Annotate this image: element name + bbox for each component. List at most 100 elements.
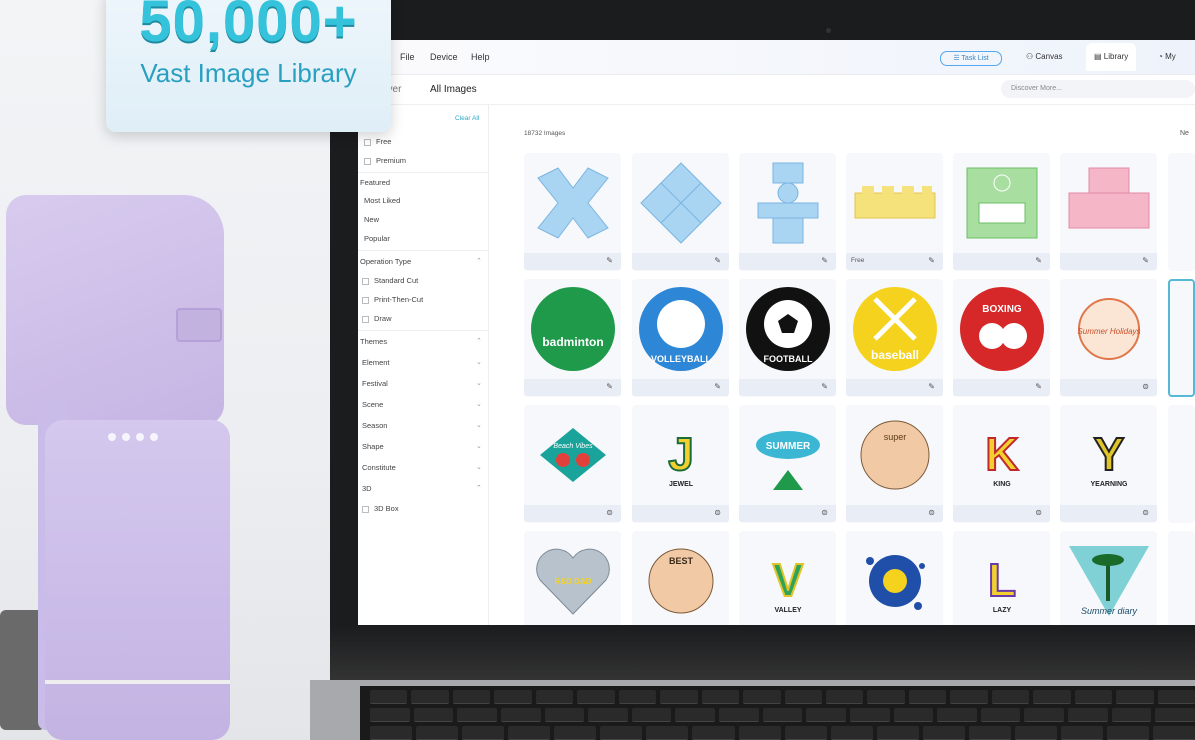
- canvas-icon: ⚇: [1026, 52, 1036, 61]
- print-icon[interactable]: ⊜: [821, 508, 828, 517]
- beach-vibes-art: Beach Vibes: [524, 405, 621, 505]
- themes-header[interactable]: Themes: [360, 337, 387, 346]
- filter-free[interactable]: Free: [364, 137, 391, 146]
- edit-icon[interactable]: ✎: [606, 256, 613, 265]
- image-card[interactable]: K KING ⊜: [953, 405, 1050, 523]
- card-footer: ⊜: [632, 505, 729, 522]
- filter-print-then-cut[interactable]: Print-Then-Cut: [362, 295, 423, 304]
- chevron-down-icon[interactable]: ⌄: [476, 379, 482, 387]
- chevron-down-icon[interactable]: ⌄: [476, 421, 482, 429]
- image-card[interactable]: FOOTBALL ✎: [739, 279, 836, 397]
- menu-help[interactable]: Help: [471, 52, 490, 62]
- task-list-button[interactable]: ☰ Task List: [940, 51, 1002, 66]
- chevron-down-icon[interactable]: ⌄: [476, 463, 482, 471]
- edit-icon[interactable]: ✎: [1035, 256, 1042, 265]
- image-card-partial[interactable]: [1168, 531, 1195, 625]
- card-label: Beach Vibes: [553, 443, 593, 450]
- image-card[interactable]: SUMMER ⊜: [739, 405, 836, 523]
- image-card[interactable]: R&D DAD: [524, 531, 621, 625]
- filter-most-liked[interactable]: Most Liked: [364, 196, 400, 205]
- theme-element[interactable]: Element: [362, 358, 390, 367]
- edit-icon[interactable]: ✎: [928, 382, 935, 391]
- image-card[interactable]: Y YEARNING ⊜: [1060, 405, 1157, 523]
- edit-icon[interactable]: ✎: [1142, 256, 1149, 265]
- image-card[interactable]: ✎: [1060, 153, 1157, 271]
- chevron-up-icon[interactable]: ⌃: [476, 337, 482, 345]
- featured-header: Featured: [360, 178, 391, 187]
- image-card[interactable]: baseball ✎: [846, 279, 943, 397]
- image-card[interactable]: Free ✎: [846, 153, 943, 271]
- print-icon[interactable]: ⊜: [1035, 508, 1042, 517]
- key-row: [370, 726, 1195, 740]
- card-footer: ✎: [524, 379, 621, 396]
- menu-device[interactable]: Device: [430, 52, 458, 62]
- sort-dropdown[interactable]: Ne: [1180, 130, 1189, 137]
- chevron-down-icon[interactable]: ⌄: [476, 358, 482, 366]
- image-card[interactable]: L LAZY: [953, 531, 1050, 625]
- print-icon[interactable]: ⊜: [714, 508, 721, 517]
- promo-headline: 50,000+: [139, 0, 358, 54]
- theme-scene[interactable]: Scene: [362, 400, 383, 409]
- letter-k-art: K KING: [953, 405, 1050, 505]
- tab-all-images[interactable]: All Images: [430, 84, 477, 95]
- three-d-header[interactable]: 3D: [362, 484, 372, 493]
- edit-icon[interactable]: ✎: [1035, 382, 1042, 391]
- search-input[interactable]: Discover More...: [1001, 80, 1195, 98]
- image-card[interactable]: Summer diary: [1060, 531, 1157, 625]
- image-card-partial-selected[interactable]: [1168, 279, 1195, 397]
- edit-icon[interactable]: ✎: [821, 382, 828, 391]
- theme-constitute[interactable]: Constitute: [362, 463, 396, 472]
- filter-new[interactable]: New: [364, 215, 379, 224]
- operation-type-header[interactable]: Operation Type: [360, 257, 411, 266]
- image-card[interactable]: Beach Vibes ⊜: [524, 405, 621, 523]
- theme-season[interactable]: Season: [362, 421, 387, 430]
- filter-draw[interactable]: Draw: [362, 314, 392, 323]
- tab-canvas[interactable]: ⚇ Canvas: [1018, 43, 1071, 71]
- filter-popular[interactable]: Popular: [364, 234, 390, 243]
- print-icon[interactable]: ⊜: [1142, 382, 1149, 391]
- edit-icon[interactable]: ✎: [928, 256, 935, 265]
- print-icon[interactable]: ⊜: [606, 508, 613, 517]
- image-card[interactable]: BOXING ✎: [953, 279, 1050, 397]
- box-template-art: [846, 153, 943, 253]
- image-card[interactable]: super ⊜: [846, 405, 943, 523]
- card-footer: Free ✎: [846, 253, 943, 270]
- image-card[interactable]: ✎: [953, 153, 1050, 271]
- image-card[interactable]: [846, 531, 943, 625]
- image-card[interactable]: V VALLEY: [739, 531, 836, 625]
- filter-premium[interactable]: Premium: [364, 156, 406, 165]
- print-icon[interactable]: ⊜: [928, 508, 935, 517]
- edit-icon[interactable]: ✎: [714, 382, 721, 391]
- library-icon: ▤: [1094, 52, 1104, 61]
- svg-text:K: K: [985, 428, 1018, 480]
- edit-icon[interactable]: ✎: [821, 256, 828, 265]
- tab-my[interactable]: ◔ My: [1150, 43, 1184, 71]
- image-card[interactable]: ✎: [524, 153, 621, 271]
- theme-festival[interactable]: Festival: [362, 379, 388, 388]
- image-card-partial[interactable]: [1168, 405, 1195, 523]
- image-card[interactable]: badminton ✎: [524, 279, 621, 397]
- filter-standard-cut[interactable]: Standard Cut: [362, 276, 418, 285]
- filter-3d-box[interactable]: 3D Box: [362, 504, 399, 513]
- chevron-up-icon[interactable]: ⌃: [476, 257, 482, 265]
- theme-shape[interactable]: Shape: [362, 442, 384, 451]
- image-card[interactable]: VOLLEYBALL ✎: [632, 279, 729, 397]
- chevron-up-icon[interactable]: ⌃: [476, 484, 482, 492]
- image-card[interactable]: ✎: [739, 153, 836, 271]
- chevron-down-icon[interactable]: ⌄: [476, 400, 482, 408]
- image-card-partial[interactable]: [1168, 153, 1195, 271]
- clear-all-link[interactable]: Clear All: [455, 115, 479, 122]
- edit-icon[interactable]: ✎: [606, 382, 613, 391]
- letter-j-art: J JEWEL: [632, 405, 729, 505]
- image-card[interactable]: Summer Holidays ⊜: [1060, 279, 1157, 397]
- image-card[interactable]: J JEWEL ⊜: [632, 405, 729, 523]
- print-icon[interactable]: ⊜: [1142, 508, 1149, 517]
- filter-sidebar: Clear All Free Premium Featured Most Lik…: [358, 104, 489, 625]
- chevron-down-icon[interactable]: ⌄: [476, 442, 482, 450]
- edit-icon[interactable]: ✎: [714, 256, 721, 265]
- tab-library[interactable]: ▤ Library: [1086, 43, 1137, 71]
- card-label: Summer Holidays: [1077, 327, 1140, 336]
- image-card[interactable]: ✎: [632, 153, 729, 271]
- menu-file[interactable]: File: [400, 52, 415, 62]
- image-card[interactable]: BEST: [632, 531, 729, 625]
